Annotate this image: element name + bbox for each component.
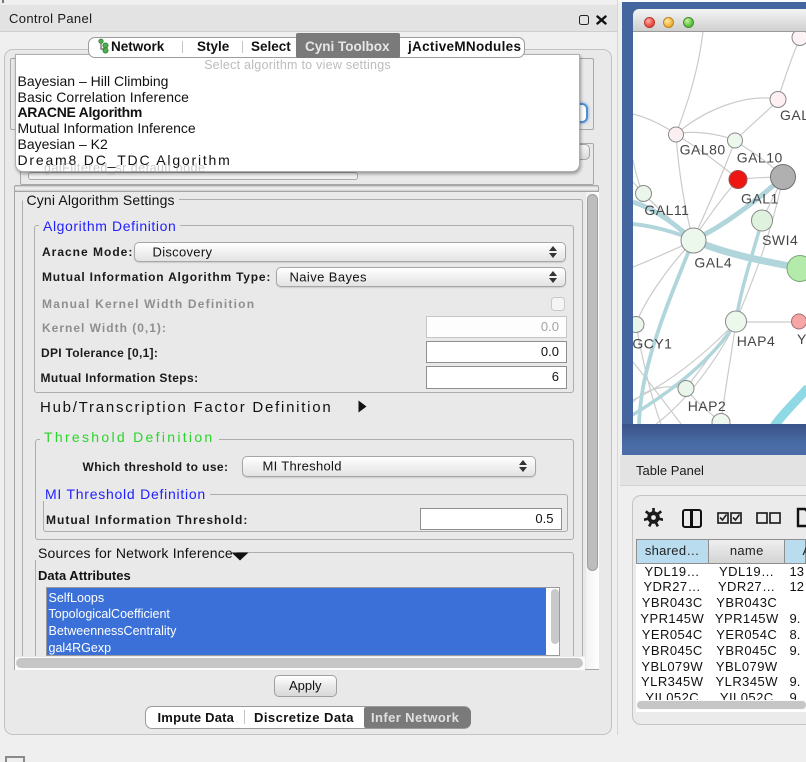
svg-text:GAL1: GAL1 — [741, 190, 779, 206]
svg-text:GAL11: GAL11 — [644, 201, 689, 217]
svg-text:GCY1: GCY1 — [633, 335, 672, 351]
svg-text:GAL7: GAL7 — [780, 107, 806, 123]
svg-text:HAP4: HAP4 — [737, 333, 776, 349]
svg-text:HAP2: HAP2 — [688, 398, 727, 414]
svg-text:GAL4: GAL4 — [694, 254, 732, 270]
svg-text:Y: Y — [797, 330, 806, 346]
svg-text:GAL80: GAL80 — [680, 141, 726, 157]
svg-text:SWI4: SWI4 — [762, 231, 798, 247]
svg-text:GAL10: GAL10 — [737, 149, 783, 165]
